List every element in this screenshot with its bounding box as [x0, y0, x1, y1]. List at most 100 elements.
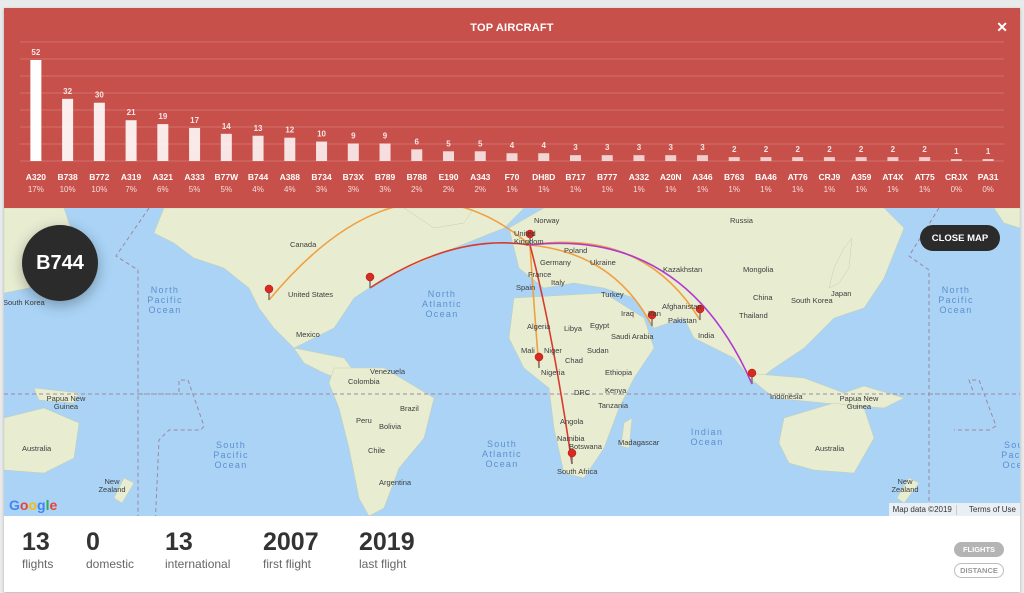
land-south-america	[328, 367, 435, 516]
stat-flights: 13 flights	[22, 528, 53, 572]
bar-at76[interactable]	[792, 157, 804, 161]
label-angola: Angola	[560, 417, 584, 426]
bar-dh8d[interactable]	[538, 153, 550, 161]
label-argentina: Argentina	[379, 478, 412, 487]
bar-a332[interactable]	[633, 155, 645, 161]
category-label: B738	[57, 172, 78, 182]
stats-bar: 13 flights 0 domestic 13 international 2…	[4, 516, 1020, 592]
bar-b73x[interactable]	[347, 143, 359, 161]
bar-at4x[interactable]	[887, 157, 899, 161]
bar-value-label: 12	[285, 126, 294, 135]
label-kenya: Kenya	[605, 386, 627, 395]
bar-value-label: 32	[63, 87, 72, 96]
category-label: A332	[629, 172, 650, 182]
bar-a333[interactable]	[189, 127, 201, 161]
percentage-label: 0%	[951, 185, 963, 194]
bar-b717[interactable]	[569, 155, 581, 161]
bar-value-label: 2	[764, 145, 769, 154]
land-alaska-right	[993, 208, 1020, 229]
bar-at75[interactable]	[919, 157, 931, 161]
bar-pa31[interactable]	[982, 159, 994, 161]
bar-value-label: 3	[700, 143, 705, 152]
close-x-icon[interactable]: ✕	[996, 19, 1008, 36]
top-aircraft-modal: 52 A320 17% 32 B738 10% 30 B772 10% 21 A319 7% 19 A32…	[4, 8, 1020, 592]
chart-title: TOP AIRCRAFT	[470, 22, 554, 34]
dateline-right-south	[929, 379, 997, 431]
percentage-label: 1%	[919, 185, 931, 194]
bar-b77w[interactable]	[220, 133, 232, 161]
bar-crj9[interactable]	[823, 157, 835, 161]
bar-value-label: 1	[986, 147, 991, 156]
stat-last-flight-value: 2019	[359, 528, 415, 556]
category-label: B777	[597, 172, 618, 182]
bar-value-label: 2	[891, 145, 896, 154]
percentage-label: 5%	[221, 185, 233, 194]
bar-value-label: 4	[510, 141, 515, 150]
bar-value-label: 5	[446, 139, 451, 148]
category-label: A20N	[660, 172, 682, 182]
label-bolivia: Bolivia	[379, 422, 402, 431]
bar-value-label: 2	[732, 145, 737, 154]
bar-b789[interactable]	[379, 143, 391, 161]
bar-value-label: 14	[222, 122, 231, 131]
percentage-label: 4%	[252, 185, 264, 194]
stat-domestic-label: domestic	[86, 557, 135, 571]
bar-e190[interactable]	[443, 151, 455, 161]
google-logo[interactable]: Google	[9, 497, 57, 513]
category-label: B77W	[215, 172, 240, 182]
bar-b772[interactable]	[93, 102, 105, 161]
bar-b788[interactable]	[411, 149, 423, 161]
bar-value-label: 9	[351, 132, 356, 141]
route-map[interactable]: Canada United States Mexico South Korea …	[4, 208, 1020, 516]
bar-a321[interactable]	[157, 124, 169, 161]
bar-f70[interactable]	[506, 153, 518, 161]
label-sudan: Sudan	[587, 346, 609, 355]
bar-value-label: 2	[827, 145, 832, 154]
bar-a320[interactable]	[30, 60, 42, 161]
bar-value-label: 13	[254, 124, 263, 133]
bar-a343[interactable]	[474, 151, 486, 161]
percentage-label: 10%	[91, 185, 107, 194]
bar-b738[interactable]	[62, 98, 74, 161]
percentage-label: 7%	[125, 185, 137, 194]
bar-b777[interactable]	[601, 155, 613, 161]
dateline-right	[908, 208, 940, 516]
flights-toggle-button[interactable]: FLIGHTS	[954, 542, 1004, 557]
label-north-atlantic-ocean: North Atlantic Ocean	[422, 289, 462, 319]
percentage-label: 10%	[60, 185, 76, 194]
bar-b763[interactable]	[728, 157, 740, 161]
top-aircraft-chart-panel: 52 A320 17% 32 B738 10% 30 B772 10% 21 A319 7% 19 A32…	[4, 8, 1020, 208]
stat-first-flight-value: 2007	[263, 528, 319, 556]
stat-last-flight-label: last flight	[359, 557, 407, 571]
bar-b744[interactable]	[252, 135, 264, 161]
bar-a388[interactable]	[284, 137, 296, 161]
bar-value-label: 17	[190, 116, 199, 125]
bar-a20n[interactable]	[665, 155, 677, 161]
close-map-button[interactable]: CLOSE MAP	[920, 225, 1000, 251]
bar-b734[interactable]	[316, 141, 328, 161]
bar-a319[interactable]	[125, 120, 137, 161]
percentage-label: 1%	[506, 185, 518, 194]
bar-ba46[interactable]	[760, 157, 772, 161]
bar-value-label: 2	[859, 145, 864, 154]
percentage-label: 4%	[284, 185, 296, 194]
label-turkey: Turkey	[601, 290, 624, 299]
bar-a346[interactable]	[696, 155, 708, 161]
percentage-label: 1%	[824, 185, 836, 194]
terms-of-use-link[interactable]: Terms of Use	[965, 505, 1020, 514]
percentage-label: 6%	[157, 185, 169, 194]
label-united-states: United States	[288, 290, 334, 299]
percentage-label: 0%	[982, 185, 994, 194]
category-label: B763	[724, 172, 745, 182]
land-australia	[778, 402, 875, 474]
world-map-canvas[interactable]	[4, 208, 1020, 516]
selected-aircraft-badge: B744	[22, 225, 98, 301]
label-south-pacific-ocean-right: South Pacific Ocean	[1001, 440, 1020, 470]
distance-toggle-button[interactable]: DISTANCE	[954, 563, 1004, 578]
label-papua-new-guinea-left: Papua New Guinea	[46, 394, 86, 411]
bar-a359[interactable]	[855, 157, 867, 161]
percentage-label: 5%	[189, 185, 201, 194]
label-colombia: Colombia	[348, 377, 380, 386]
percentage-label: 2%	[474, 185, 486, 194]
bar-crjx[interactable]	[950, 159, 962, 161]
